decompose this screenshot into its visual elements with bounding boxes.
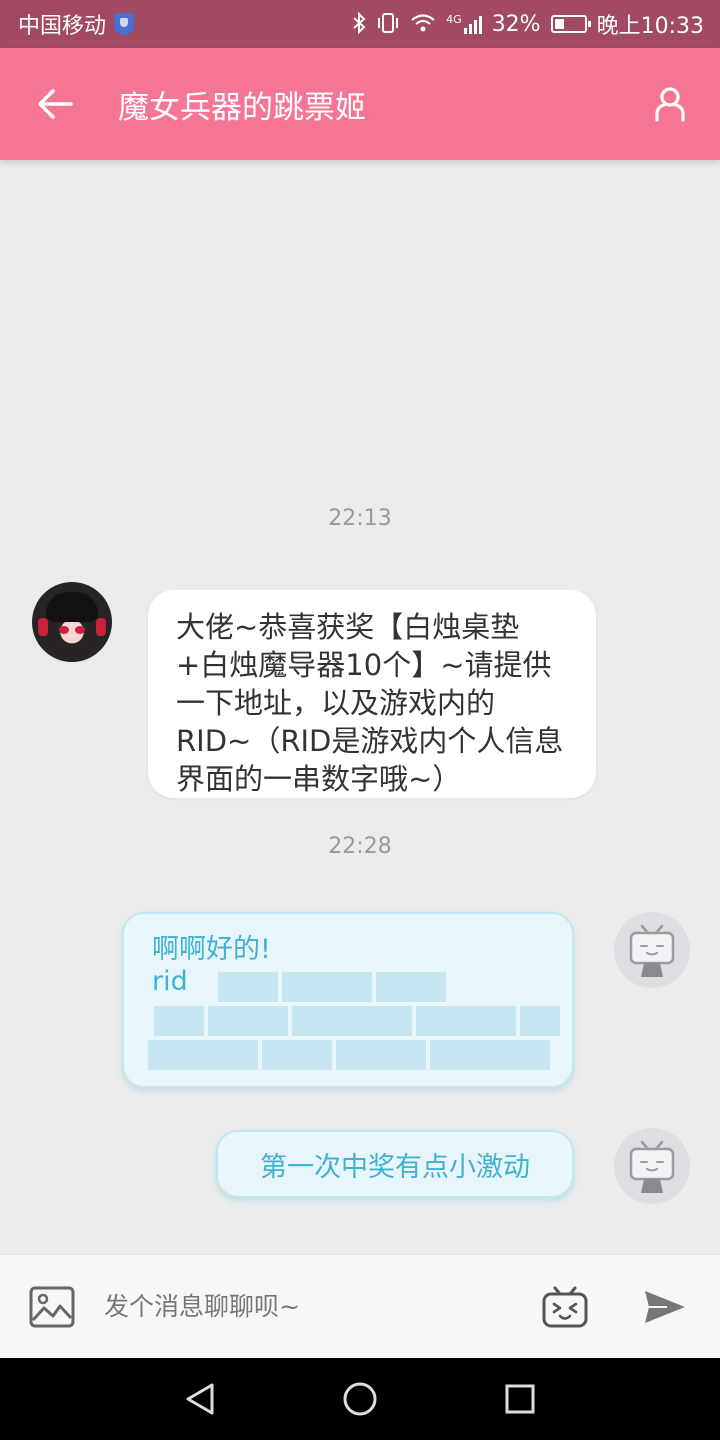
tv-mascot-icon (629, 924, 675, 977)
circle-home-icon (343, 1382, 377, 1416)
battery-fill (554, 19, 564, 29)
avatar-ribbon (96, 618, 106, 636)
nav-home-button[interactable] (320, 1358, 400, 1440)
back-button[interactable] (0, 48, 110, 160)
page-title: 魔女兵器的跳票姬 (118, 89, 366, 126)
network-type: 4G (446, 13, 462, 26)
battery-icon (550, 15, 591, 33)
timestamp: 22:13 (328, 506, 392, 531)
wifi-icon (410, 13, 436, 36)
security-shield-icon (114, 13, 135, 35)
tv-mascot-icon (629, 1140, 675, 1193)
clock: 晚上10:33 (596, 14, 704, 39)
message-line: 啊啊好的! (152, 934, 271, 965)
my-avatar[interactable] (614, 912, 690, 988)
carrier-name: 中国移动 (18, 14, 107, 39)
send-button[interactable] (610, 1255, 720, 1359)
arrow-left-icon (38, 89, 73, 119)
sender-avatar[interactable] (32, 582, 112, 662)
signal-icon (463, 14, 482, 34)
timestamp: 22:28 (328, 834, 392, 859)
status-icons: 4G 32% 晚上10:33 (352, 8, 704, 40)
insert-image-button[interactable] (0, 1255, 104, 1359)
carrier-group: 中国移动 (18, 8, 135, 40)
triangle-back-icon (186, 1383, 214, 1415)
user-icon (655, 87, 685, 122)
system-nav-bar (0, 1358, 720, 1440)
battery-percent: 32% (491, 11, 541, 37)
blurred-text (154, 1006, 560, 1036)
message-input[interactable] (104, 1276, 520, 1337)
incoming-message-bubble[interactable]: 大佬~恭喜获奖【白烛桌垫+白烛魔导器10个】~请提供一下地址，以及游戏内的RID… (148, 590, 596, 798)
emoji-button[interactable] (520, 1255, 610, 1359)
chat-screen: 中国移动 4G 32% 晚上10:33 魔女兵器的跳票姬 22:13 大佬~恭喜… (0, 0, 720, 1440)
compose-bar (0, 1254, 720, 1358)
image-icon (29, 1286, 75, 1327)
status-bar: 中国移动 4G 32% 晚上10:33 (0, 0, 720, 48)
send-icon (645, 1290, 685, 1323)
blurred-text (218, 972, 446, 1002)
outgoing-message-bubble[interactable]: 第一次中奖有点小激动 (216, 1130, 574, 1198)
cellular-group: 4G (446, 14, 482, 34)
profile-button[interactable] (620, 48, 720, 160)
app-bar: 魔女兵器的跳票姬 (0, 48, 720, 160)
avatar-ribbon (38, 618, 48, 636)
nav-back-button[interactable] (160, 1358, 240, 1440)
outgoing-message-bubble[interactable]: 啊啊好的! rid (122, 912, 574, 1088)
bilibili-tv-emoji-icon (542, 1286, 588, 1327)
avatar-eye (59, 626, 69, 634)
avatar-hair (46, 592, 98, 622)
my-avatar[interactable] (614, 1128, 690, 1204)
avatar-eye (75, 626, 85, 634)
bluetooth-icon (352, 11, 366, 37)
square-recents-icon (505, 1384, 535, 1414)
nav-recents-button[interactable] (480, 1358, 560, 1440)
blurred-text (148, 1040, 550, 1070)
vibrate-icon (376, 12, 400, 37)
